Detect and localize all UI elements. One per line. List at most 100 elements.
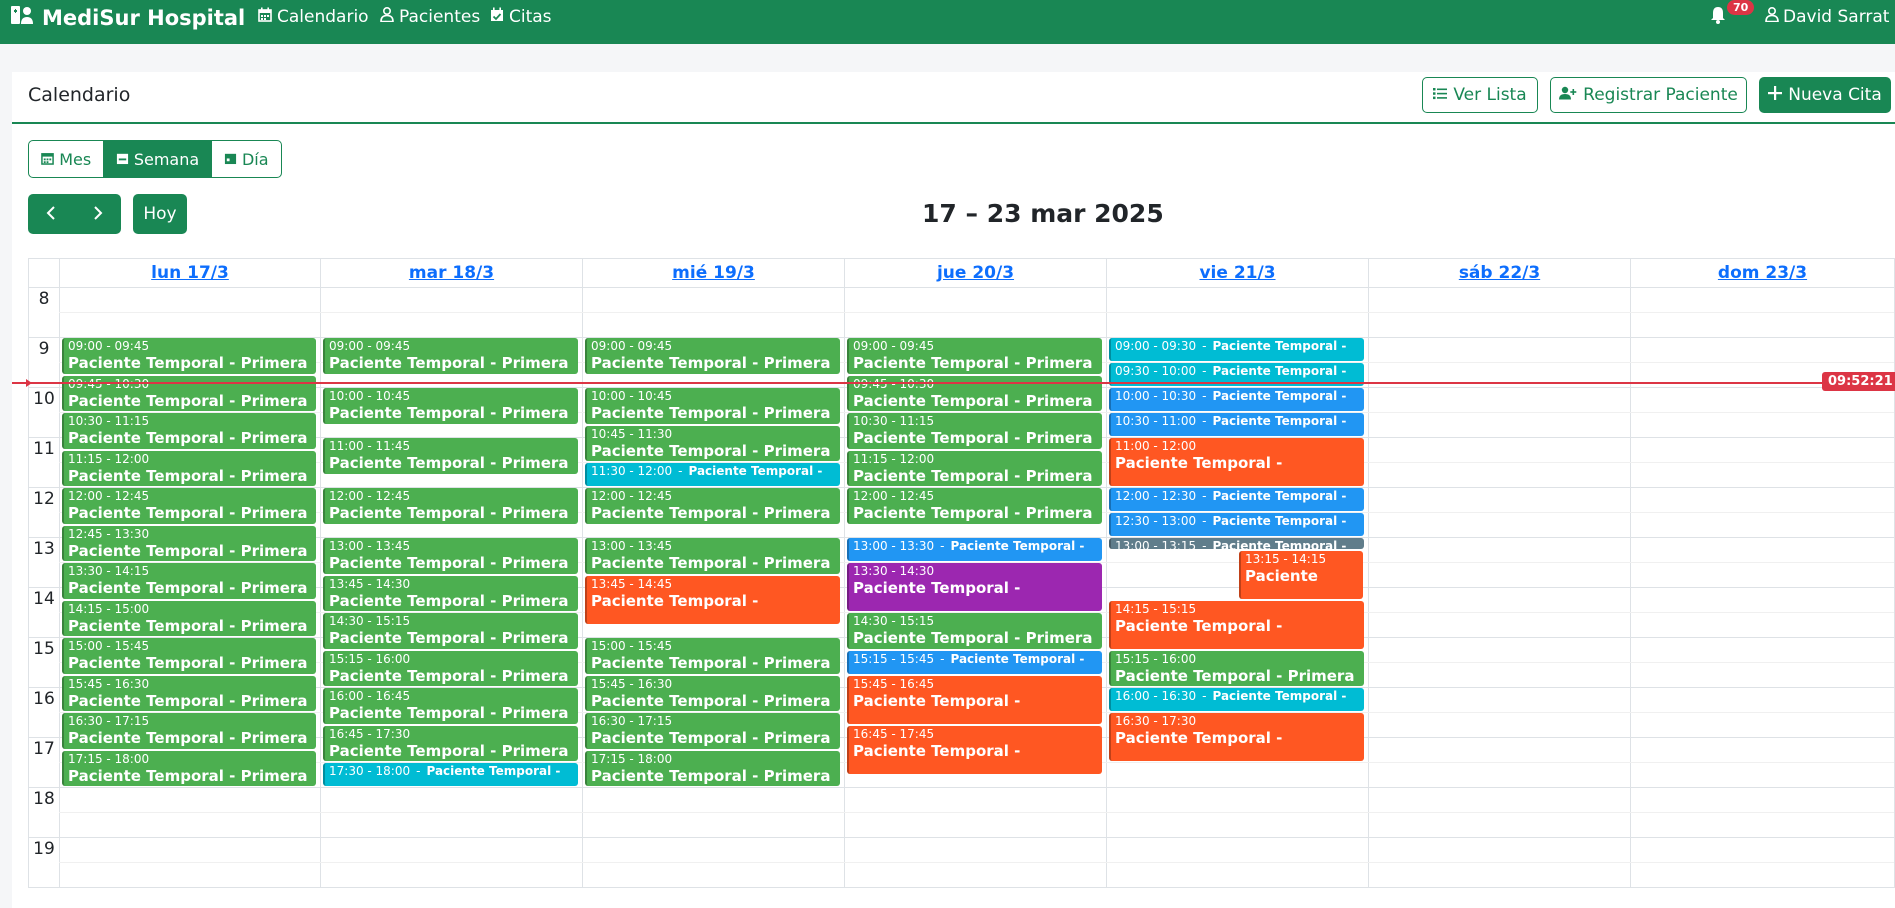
event-time: 11:30 - 12:00 [591,464,673,478]
appointment-event[interactable]: 14:15 - 15:00 Paciente Temporal - Primera [62,600,316,636]
event-title: Paciente Temporal - Primera [329,629,569,647]
view-semana-button[interactable]: Semana [104,141,212,177]
appointment-event[interactable]: 13:00 - 13:15- Paciente Temporal - [1109,538,1364,549]
nav-pacientes[interactable]: Pacientes [380,6,481,27]
appointment-event[interactable]: 13:45 - 14:45 Paciente Temporal - [585,575,840,624]
event-title: Paciente Temporal - [853,579,1021,597]
appointment-event[interactable]: 14:30 - 15:15 Paciente Temporal - Primera [847,613,1102,649]
day-header[interactable]: mar 18/3 [320,259,582,287]
appointment-event[interactable]: 10:00 - 10:45 Paciente Temporal - Primera [585,388,840,424]
appointment-event[interactable]: 13:00 - 13:45 Paciente Temporal - Primera [585,538,840,574]
appointment-event[interactable]: 11:00 - 12:00 Paciente Temporal - [1109,438,1364,486]
appointment-event[interactable]: 17:15 - 18:00 Paciente Temporal - Primera [62,750,316,786]
appointment-event[interactable]: 10:30 - 11:15 Paciente Temporal - Primera [847,413,1102,449]
appointment-event[interactable]: 16:45 - 17:45 Paciente Temporal - [847,725,1102,774]
appointment-event[interactable]: 11:00 - 11:45 Paciente Temporal - Primera [323,438,578,474]
appointment-event[interactable]: 16:45 - 17:30 Paciente Temporal - Primera [323,725,578,761]
appointment-event[interactable]: 12:30 - 13:00- Paciente Temporal - [1109,513,1364,536]
appointment-event[interactable]: 10:00 - 10:45 Paciente Temporal - Primera [323,388,578,424]
event-time: 14:30 - 15:15 [329,614,411,628]
appointment-event[interactable]: 15:00 - 15:45 Paciente Temporal - Primera [585,638,840,674]
appointment-event[interactable]: 14:30 - 15:15 Paciente Temporal - Primera [323,613,578,649]
view-dia-button[interactable]: Día [212,141,281,177]
appointment-event[interactable]: 17:30 - 18:00- Paciente Temporal - [323,763,578,786]
user-menu[interactable]: David Sarrat [1765,6,1889,27]
appointment-event[interactable]: 15:45 - 16:30 Paciente Temporal - Primera [62,675,316,711]
event-time: 10:30 - 11:15 [853,414,935,428]
ver-lista-button[interactable]: Ver Lista [1422,77,1538,113]
event-title: Paciente Temporal - Primera [68,579,308,597]
event-title: Paciente Temporal - Primera [68,504,308,522]
appointment-event[interactable]: 15:00 - 15:45 Paciente Temporal - Primera [62,638,316,674]
appointment-event[interactable]: 10:00 - 10:30- Paciente Temporal - [1109,388,1364,411]
event-time: 10:45 - 11:30 [591,426,673,441]
event-title: Paciente Temporal - Primera [329,504,569,522]
event-title: Paciente Temporal - Primera [329,454,569,472]
appointment-event[interactable]: 12:00 - 12:45 Paciente Temporal - Primera [323,488,578,524]
day-header[interactable]: lun 17/3 [59,259,320,287]
appointment-event[interactable]: 13:30 - 14:30 Paciente Temporal - [847,563,1102,611]
appointment-event[interactable]: 09:45 - 10:30Paciente Temporal - Primera [847,375,1102,411]
notifications-button[interactable] [1710,6,1726,28]
appointment-event[interactable]: 12:00 - 12:45 Paciente Temporal - Primera [585,488,840,524]
appointment-event[interactable]: 13:00 - 13:45 Paciente Temporal - Primera [323,538,578,574]
day-header[interactable]: dom 23/3 [1630,259,1894,287]
appointment-event[interactable]: 11:15 - 12:00 Paciente Temporal - Primera [62,450,316,486]
appointment-event[interactable]: 11:15 - 12:00 Paciente Temporal - Primera [847,450,1102,486]
appointment-event[interactable]: 10:45 - 11:30 Paciente Temporal - Primera [585,425,840,461]
nav-pacientes-label: Pacientes [399,7,481,27]
day-header[interactable]: jue 20/3 [844,259,1106,287]
view-mes-button[interactable]: Mes [29,141,105,177]
day-header[interactable]: sáb 22/3 [1368,259,1630,287]
event-title: Paciente Temporal - Primera [68,691,308,710]
appointment-event[interactable]: 14:15 - 15:15 Paciente Temporal - [1109,600,1364,649]
appointment-event[interactable]: 15:45 - 16:30 Paciente Temporal - Primera [585,675,840,711]
appointment-event[interactable]: 10:30 - 11:00- Paciente Temporal - [1109,413,1364,436]
event-time: 09:00 - 09:45 [68,339,150,353]
appointment-event[interactable]: 10:30 - 11:15 Paciente Temporal - Primera [62,413,316,449]
appointment-event[interactable]: 12:00 - 12:45 Paciente Temporal - Primera [847,488,1102,524]
appointment-event[interactable]: 16:30 - 17:15 Paciente Temporal - Primera [585,713,840,749]
appointment-event[interactable]: 13:15 - 14:15 Paciente [1239,550,1363,599]
appointment-event[interactable]: 09:45 - 10:30Paciente Temporal - Primera [62,375,316,411]
appointment-event[interactable]: 13:45 - 14:30 Paciente Temporal - Primera [323,575,578,611]
event-time: 10:00 - 10:45 [329,389,411,403]
appointment-event[interactable]: 09:00 - 09:45 Paciente Temporal - Primera [323,338,578,374]
appointment-event[interactable]: 12:00 - 12:45 Paciente Temporal - Primera [62,488,316,524]
prev-week-button[interactable] [28,194,75,234]
appointment-event[interactable]: 12:45 - 13:30 Paciente Temporal - Primera [62,525,316,561]
column-divider [582,259,583,887]
appointment-event[interactable]: 13:00 - 13:30- Paciente Temporal - [847,538,1102,561]
appointment-event[interactable]: 15:45 - 16:45 Paciente Temporal - [847,675,1102,724]
registrar-paciente-button[interactable]: Registrar Paciente [1550,77,1747,113]
next-week-button[interactable] [75,194,122,234]
event-separator: - [1202,539,1207,549]
appointment-event[interactable]: 15:15 - 16:00 Paciente Temporal - Primera [323,650,578,686]
appointment-event[interactable]: 09:00 - 09:45 Paciente Temporal - Primera [62,338,316,374]
appointment-event[interactable]: 17:15 - 18:00 Paciente Temporal - Primera [585,750,840,786]
appointment-event[interactable]: 16:30 - 17:30 Paciente Temporal - [1109,713,1364,761]
appointment-event[interactable]: 16:30 - 17:15 Paciente Temporal - Primera [62,713,316,749]
appointment-event[interactable]: 13:30 - 14:15 Paciente Temporal - Primera [62,563,316,599]
appointment-event[interactable]: 15:15 - 15:45- Paciente Temporal - [847,650,1102,674]
event-separator: - [678,464,683,478]
appointment-event[interactable]: 16:00 - 16:45 Paciente Temporal - Primera [323,688,578,724]
nueva-cita-button[interactable]: Nueva Cita [1759,77,1891,113]
event-title: Paciente Temporal - Primera [68,354,308,372]
today-button[interactable]: Hoy [133,194,187,234]
appointment-event[interactable]: 09:00 - 09:45 Paciente Temporal - Primera [585,338,840,374]
appointment-event[interactable]: 09:00 - 09:30- Paciente Temporal - [1109,338,1364,361]
event-time: 09:45 - 10:30 [68,377,312,392]
event-time: 13:15 - 14:15 [1245,551,1327,566]
brand[interactable]: MediSur Hospital [10,4,245,31]
day-header[interactable]: mié 19/3 [582,259,844,287]
nav-citas[interactable]: Citas [490,7,552,27]
day-header[interactable]: vie 21/3 [1106,259,1368,287]
chevron-right-icon [93,205,103,224]
appointment-event[interactable]: 11:30 - 12:00- Paciente Temporal - [585,463,840,486]
appointment-event[interactable]: 16:00 - 16:30- Paciente Temporal - [1109,688,1364,711]
appointment-event[interactable]: 12:00 - 12:30- Paciente Temporal - [1109,488,1364,511]
appointment-event[interactable]: 09:00 - 09:45 Paciente Temporal - Primera [847,338,1102,374]
appointment-event[interactable]: 15:15 - 16:00 Paciente Temporal - Primera [1109,650,1364,686]
nav-calendario[interactable]: Calendario [258,7,369,27]
